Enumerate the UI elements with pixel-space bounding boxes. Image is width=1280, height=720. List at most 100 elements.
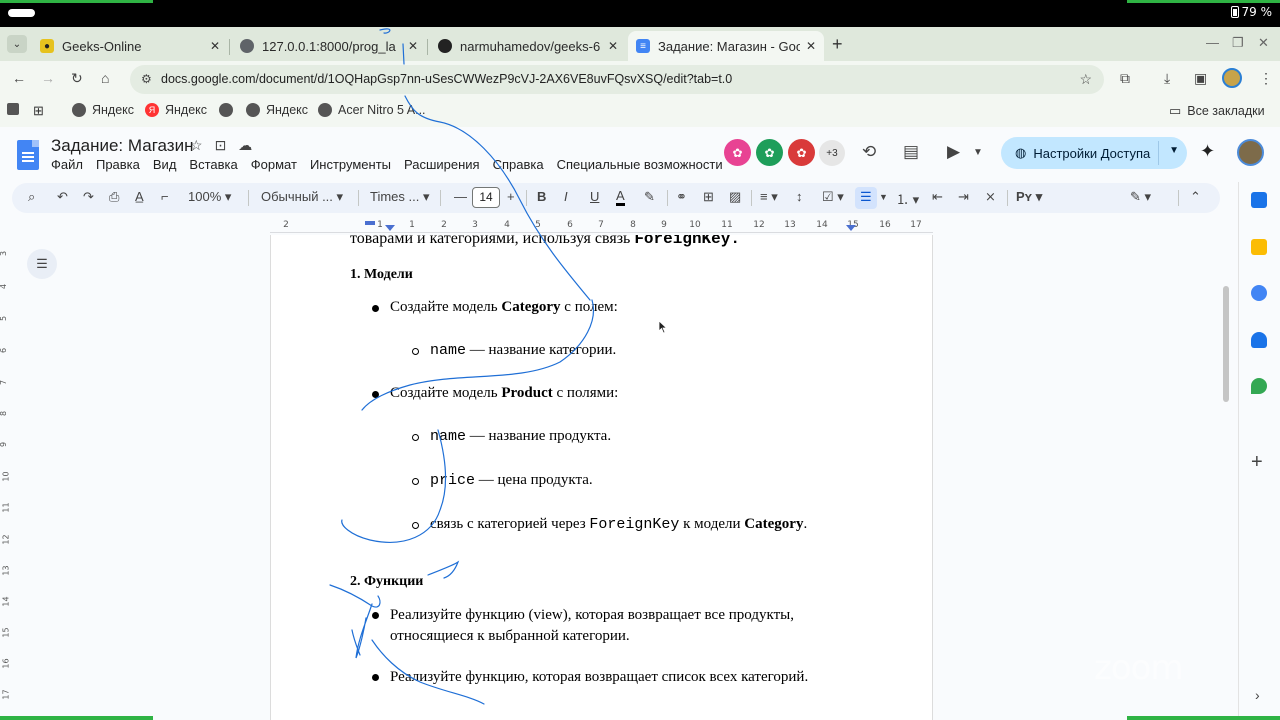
- collaborator-avatar[interactable]: ✿: [756, 139, 783, 166]
- menu-accessibility[interactable]: Специальные возможности: [557, 157, 723, 172]
- menu-extensions[interactable]: Расширения: [404, 157, 480, 172]
- collapse-menus-icon[interactable]: ⌃: [1190, 189, 1201, 205]
- font-size-input[interactable]: 14: [472, 187, 500, 208]
- menu-view[interactable]: Вид: [153, 157, 177, 172]
- menu-file[interactable]: Файл: [51, 157, 83, 172]
- tab-github[interactable]: narmuhamedov/geeks-6 ✕: [430, 31, 626, 61]
- bulleted-list-icon[interactable]: ☰: [860, 189, 872, 205]
- print-icon[interactable]: ⎙: [109, 189, 119, 205]
- all-bookmarks[interactable]: ▭ Все закладки: [1169, 103, 1265, 119]
- document-page[interactable]: товарами и категориями, используя связь …: [270, 235, 933, 720]
- menu-tools[interactable]: Инструменты: [310, 157, 391, 172]
- numbered-list-icon[interactable]: ⒈ ▾: [896, 189, 919, 208]
- tab-localhost[interactable]: 127.0.0.1:8000/prog_la ✕: [232, 31, 426, 61]
- tab-close-icon[interactable]: ✕: [806, 39, 816, 53]
- close-window-icon[interactable]: ✕: [1258, 35, 1269, 51]
- star-icon[interactable]: ☆: [190, 137, 203, 154]
- minimize-icon[interactable]: —: [1206, 35, 1219, 50]
- scrollbar-thumb[interactable]: [1223, 286, 1229, 402]
- gemini-icon[interactable]: ✦: [1200, 141, 1215, 162]
- line-spacing-icon[interactable]: ↕: [796, 189, 803, 204]
- back-icon[interactable]: ←: [12, 70, 26, 86]
- font-select[interactable]: Times ... ▾: [370, 189, 430, 205]
- share-button[interactable]: ◍ Настройки Доступа ▼: [1001, 137, 1187, 169]
- more-collaborators[interactable]: +3: [819, 140, 845, 166]
- calendar-icon[interactable]: [1251, 192, 1267, 208]
- share-dropdown-icon[interactable]: ▼: [1169, 145, 1179, 156]
- reload-icon[interactable]: ↻: [71, 70, 83, 87]
- meet-dropdown-icon[interactable]: ▼: [973, 147, 983, 158]
- clear-formatting-icon[interactable]: ⨯: [985, 189, 996, 205]
- tab-close-icon[interactable]: ✕: [608, 39, 618, 53]
- bookmark-acer[interactable]: Acer Nitro 5 A...: [318, 103, 426, 117]
- italic-icon[interactable]: I: [564, 189, 568, 204]
- paint-format-icon[interactable]: ⌐: [161, 189, 169, 204]
- underline-icon[interactable]: U: [590, 189, 599, 204]
- contacts-icon[interactable]: [1251, 332, 1267, 348]
- collaborator-avatar[interactable]: ✿: [724, 139, 751, 166]
- extensions-icon[interactable]: ⧉: [1120, 70, 1130, 87]
- undo-icon[interactable]: ↶: [57, 189, 68, 205]
- increase-size-icon[interactable]: +: [507, 189, 515, 204]
- bulleted-list-dropdown-icon[interactable]: ▼: [879, 192, 888, 202]
- document-outline-button[interactable]: ☰: [27, 249, 57, 279]
- increase-indent-icon[interactable]: ⇥: [958, 189, 969, 205]
- bookmark-apps[interactable]: [7, 103, 19, 115]
- tab-geeks-online[interactable]: ● Geeks-Online ✕: [32, 31, 228, 61]
- document-scrollbar[interactable]: [1220, 233, 1232, 720]
- input-tools-icon[interactable]: Pʏ ▾: [1016, 189, 1042, 205]
- insert-image-icon[interactable]: ▨: [729, 189, 741, 205]
- screenshot-icon[interactable]: ▣: [1194, 70, 1207, 87]
- zoom-select[interactable]: 100% ▾: [188, 189, 231, 205]
- os-activities-pill[interactable]: [8, 9, 35, 17]
- left-indent-marker[interactable]: [385, 225, 395, 231]
- docs-logo-icon[interactable]: [17, 140, 39, 170]
- bookmark-yandex-1[interactable]: Яндекс: [72, 103, 134, 117]
- horizontal-ruler[interactable]: 2 1 1 2 3 4 5 6 7 8 9 10 11 12 13 14 15 …: [270, 219, 933, 233]
- tab-close-icon[interactable]: ✕: [210, 39, 220, 53]
- bookmark-grid[interactable]: ⊞: [33, 103, 44, 119]
- decrease-size-icon[interactable]: —: [454, 189, 467, 204]
- first-indent-marker[interactable]: [365, 221, 375, 225]
- home-icon[interactable]: ⌂: [101, 70, 109, 86]
- version-history-icon[interactable]: ⟲: [862, 142, 876, 162]
- editing-mode-icon[interactable]: ✎ ▾: [1130, 189, 1151, 205]
- keep-icon[interactable]: [1251, 239, 1267, 255]
- decrease-indent-icon[interactable]: ⇤: [932, 189, 943, 205]
- collaborator-avatar[interactable]: ✿: [788, 139, 815, 166]
- site-info-icon[interactable]: ⚙: [141, 72, 152, 86]
- menu-edit[interactable]: Правка: [96, 157, 140, 172]
- style-select[interactable]: Обычный ... ▾: [261, 189, 343, 205]
- bookmark-yandex-2[interactable]: Я Яндекс: [145, 103, 207, 117]
- tasks-icon[interactable]: [1251, 285, 1267, 301]
- insert-link-icon[interactable]: ⚭: [676, 189, 687, 205]
- add-comment-icon[interactable]: ⊞: [703, 189, 714, 205]
- align-icon[interactable]: ≡ ▾: [760, 189, 778, 205]
- cloud-status-icon[interactable]: ☁: [238, 137, 252, 154]
- meet-icon[interactable]: ▶: [947, 142, 960, 162]
- right-indent-marker[interactable]: [846, 225, 856, 231]
- bookmark-globe[interactable]: [219, 103, 233, 117]
- menu-help[interactable]: Справка: [493, 157, 544, 172]
- maps-icon[interactable]: [1251, 378, 1267, 394]
- add-addon-icon[interactable]: +: [1251, 451, 1263, 474]
- new-tab-icon[interactable]: +: [832, 34, 843, 55]
- tab-search-icon[interactable]: ⌄: [7, 35, 27, 53]
- address-bar[interactable]: ⚙ docs.google.com/document/d/1OQHapGsp7n…: [130, 65, 1104, 94]
- forward-icon[interactable]: →: [41, 70, 55, 86]
- document-title[interactable]: Задание: Магазин: [51, 136, 193, 156]
- tab-google-docs[interactable]: ≡ Задание: Магазин - Goo ✕: [628, 31, 824, 61]
- vertical-ruler[interactable]: 3 4 5 6 7 8 9 10 11 12 13 14 15 16 17: [0, 235, 12, 720]
- highlight-icon[interactable]: ✎: [644, 189, 655, 205]
- move-folder-icon[interactable]: ⊡: [215, 137, 227, 154]
- downloads-icon[interactable]: ⤓: [1164, 70, 1170, 87]
- tab-close-icon[interactable]: ✕: [408, 39, 418, 53]
- chrome-menu-icon[interactable]: ⋮: [1259, 70, 1273, 87]
- bold-icon[interactable]: B: [537, 189, 546, 204]
- menu-insert[interactable]: Вставка: [189, 157, 237, 172]
- user-avatar[interactable]: [1237, 139, 1264, 166]
- redo-icon[interactable]: ↷: [83, 189, 94, 205]
- menu-format[interactable]: Формат: [251, 157, 297, 172]
- bookmark-yandex-3[interactable]: Яндекс: [246, 103, 308, 117]
- comments-icon[interactable]: ▤: [903, 142, 919, 162]
